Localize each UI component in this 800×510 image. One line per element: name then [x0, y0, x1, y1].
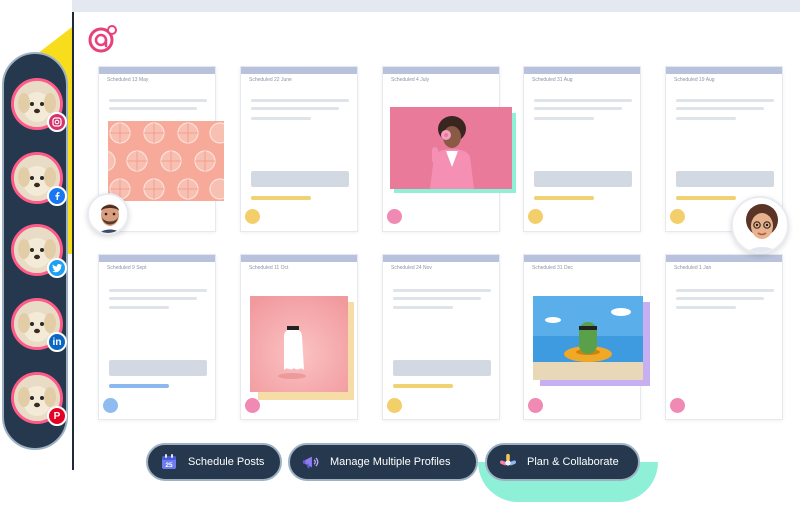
media-placeholder: [251, 171, 349, 187]
app-logo-icon: [88, 25, 117, 53]
schedule-posts-label: Schedule Posts: [188, 456, 265, 468]
card-header: [241, 67, 357, 74]
text-placeholder-line: [534, 107, 622, 110]
media-placeholder: [534, 171, 632, 187]
pinterest-icon-label: P: [53, 410, 61, 422]
text-placeholder-line: [676, 297, 764, 300]
calendar-icon: 25: [160, 453, 178, 471]
instagram-profile-avatar[interactable]: [11, 78, 67, 132]
text-placeholder-line: [676, 117, 736, 120]
status-bar: [251, 196, 311, 200]
manage-profiles-label: Manage Multiple Profiles: [330, 456, 451, 468]
text-placeholder-line: [676, 107, 764, 110]
card-header: [666, 67, 782, 74]
twitter-icon: [47, 258, 67, 278]
media-placeholder: [393, 360, 491, 376]
status-bar: [393, 384, 453, 388]
text-placeholder-line: [251, 99, 349, 102]
text-placeholder-line: [109, 289, 207, 292]
pinterest-profile-avatar[interactable]: P: [11, 372, 67, 426]
text-placeholder-line: [393, 306, 453, 309]
twitter-profile-avatar[interactable]: [11, 224, 67, 278]
status-bar: [534, 196, 594, 200]
text-placeholder-line: [393, 297, 481, 300]
facebook-profile-avatar[interactable]: [11, 152, 67, 206]
card-header: [666, 255, 782, 262]
card-date: Scheduled 22 June: [249, 77, 292, 83]
media-placeholder: [109, 360, 207, 376]
status-dot: [670, 398, 685, 413]
card-header: [99, 255, 215, 262]
scheduled-post-card[interactable]: Scheduled 22 June: [240, 66, 358, 232]
man-profile-photo: [87, 193, 129, 235]
card-date: Scheduled 24 Nov: [391, 265, 432, 271]
status-dot: [528, 398, 543, 413]
scheduled-post-card[interactable]: Scheduled 31 Aug: [523, 66, 641, 232]
schedule-posts-button[interactable]: 25 Schedule Posts: [146, 443, 282, 481]
manage-profiles-button[interactable]: Manage Multiple Profiles: [288, 443, 478, 481]
card-date: Scheduled 11 Oct: [249, 265, 289, 271]
text-placeholder-line: [676, 289, 774, 292]
text-placeholder-line: [109, 99, 207, 102]
status-bar: [109, 384, 169, 388]
card-header: [524, 255, 640, 262]
status-dot: [103, 398, 118, 413]
woman-in-pink-photo: [390, 107, 512, 189]
scheduled-post-card[interactable]: Scheduled 1 Jan: [665, 254, 783, 420]
status-dot: [245, 398, 260, 413]
card-date: Scheduled 4 July: [391, 77, 430, 83]
woman-profile-photo: [731, 196, 789, 254]
ghost-photo: [250, 296, 348, 392]
status-dot: [528, 209, 543, 224]
status-dot: [387, 209, 402, 224]
text-placeholder-line: [676, 306, 736, 309]
plan-collaborate-label: Plan & Collaborate: [527, 456, 619, 468]
pinterest-icon: P: [47, 406, 67, 426]
card-date: Scheduled 9 Sept: [107, 265, 147, 271]
plan-collaborate-button[interactable]: Plan & Collaborate: [485, 443, 640, 481]
text-placeholder-line: [251, 117, 311, 120]
card-date: Scheduled 1 Jan: [674, 265, 712, 271]
card-header: [383, 255, 499, 262]
linkedin-icon: in: [47, 332, 67, 352]
scheduled-post-card[interactable]: Scheduled 24 Nov: [382, 254, 500, 420]
grapefruit-pattern-image: [108, 121, 224, 201]
card-header: [241, 255, 357, 262]
text-placeholder-line: [109, 306, 169, 309]
text-placeholder-line: [393, 289, 491, 292]
collaboration-icon: [499, 453, 517, 471]
card-header: [99, 67, 215, 74]
card-date: Scheduled 19 Aug: [674, 77, 715, 83]
megaphone-icon: [302, 453, 320, 471]
text-placeholder-line: [534, 99, 632, 102]
status-dot: [670, 209, 685, 224]
status-bar: [676, 196, 736, 200]
cactus-beach-photo: [533, 296, 643, 380]
status-dot: [245, 209, 260, 224]
linkedin-profile-avatar[interactable]: in: [11, 298, 67, 352]
facebook-icon: [47, 186, 67, 206]
text-placeholder-line: [251, 107, 339, 110]
instagram-icon: [47, 112, 67, 132]
text-placeholder-line: [676, 99, 774, 102]
calendar-day-number: 25: [165, 462, 173, 469]
social-profiles-sidebar: in P: [2, 52, 68, 450]
card-header: [524, 67, 640, 74]
text-placeholder-line: [534, 117, 594, 120]
card-date: Scheduled 31 Aug: [532, 77, 573, 83]
text-placeholder-line: [109, 107, 197, 110]
scheduled-post-card[interactable]: Scheduled 9 Sept: [98, 254, 216, 420]
status-dot: [387, 398, 402, 413]
linkedin-icon-label: in: [52, 336, 62, 348]
board-top-bar: [72, 0, 800, 12]
card-header: [383, 67, 499, 74]
media-placeholder: [676, 171, 774, 187]
card-date: Scheduled 13 May: [107, 77, 149, 83]
text-placeholder-line: [109, 297, 197, 300]
card-date: Scheduled 31 Dec: [532, 265, 573, 271]
